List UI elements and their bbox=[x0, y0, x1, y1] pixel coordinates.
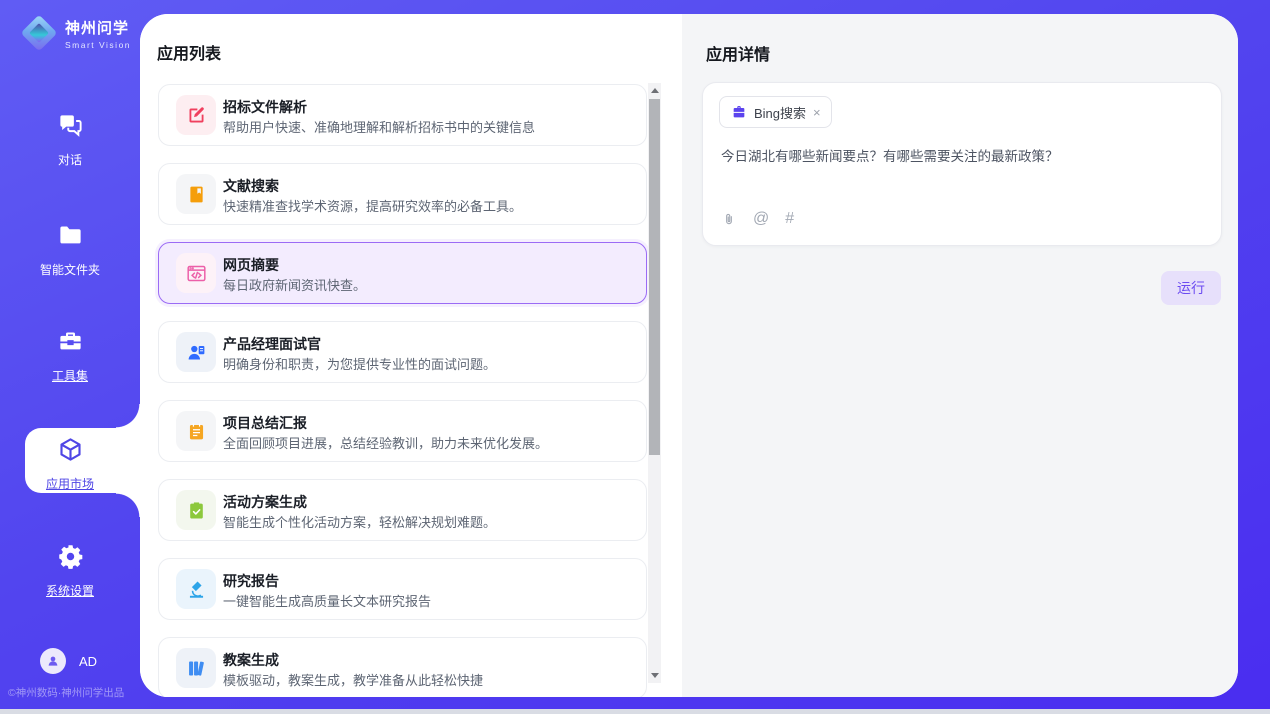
sidebar-item-系统设置[interactable]: 系统设置 bbox=[0, 543, 140, 599]
sidebar: 神州问学 Smart Vision 对话智能文件夹工具集应用市场系统设置 AD … bbox=[0, 0, 140, 709]
app-card-title: 研究报告 bbox=[223, 571, 279, 591]
app-card-研究报告[interactable]: 研究报告一键智能生成高质量长文本研究报告 bbox=[158, 558, 647, 620]
user-initials: AD bbox=[79, 654, 97, 669]
user-row[interactable]: AD bbox=[40, 648, 97, 674]
sidebar-item-应用市场[interactable]: 应用市场 bbox=[0, 436, 140, 492]
app-card-活动方案生成[interactable]: 活动方案生成智能生成个性化活动方案，轻松解决规划难题。 bbox=[158, 479, 647, 541]
run-button[interactable]: 运行 bbox=[1161, 271, 1221, 305]
sidebar-item-label: 系统设置 bbox=[0, 582, 140, 599]
browser-code-icon bbox=[176, 253, 216, 293]
app-card-title: 网页摘要 bbox=[223, 255, 279, 275]
app-card-产品经理面试官[interactable]: 产品经理面试官明确身份和职责，为您提供专业性的面试问题。 bbox=[158, 321, 647, 383]
app-card-title: 文献搜索 bbox=[223, 176, 279, 196]
interviewer-icon bbox=[176, 332, 216, 372]
app-card-description: 明确身份和职责，为您提供专业性的面试问题。 bbox=[223, 354, 496, 373]
app-card-description: 智能生成个性化活动方案，轻松解决规划难题。 bbox=[223, 512, 496, 531]
prompt-card: Bing搜索 × 今日湖北有哪些新闻要点？有哪些需要关注的最新政策？ @# bbox=[702, 82, 1222, 246]
app-list-panel: 应用列表 招标文件解析帮助用户快速、准确地理解和解析招标书中的关键信息文献搜索快… bbox=[140, 14, 682, 697]
app-card-教案生成[interactable]: 教案生成模板驱动，教案生成，教学准备从此轻松快捷 bbox=[158, 637, 647, 697]
briefcase-icon bbox=[731, 104, 747, 120]
mention-icon[interactable]: @ bbox=[753, 211, 769, 227]
tool-chip-bing-search[interactable]: Bing搜索 × bbox=[719, 96, 832, 128]
app-card-项目总结汇报[interactable]: 项目总结汇报全面回顾项目进展，总结经验教训，助力未来优化发展。 bbox=[158, 400, 647, 462]
app-card-description: 一键智能生成高质量长文本研究报告 bbox=[223, 591, 431, 610]
arrow-up-icon bbox=[651, 88, 659, 93]
scroll-down-button[interactable] bbox=[648, 668, 661, 683]
arrow-down-icon bbox=[651, 673, 659, 678]
books-icon bbox=[176, 648, 216, 688]
app-card-网页摘要[interactable]: 网页摘要每日政府新闻资讯快查。 bbox=[158, 242, 647, 304]
microscope-icon bbox=[176, 569, 216, 609]
hashtag-icon[interactable]: # bbox=[785, 211, 794, 227]
scroll-up-button[interactable] bbox=[648, 83, 661, 98]
copyright-text: ©神州数码·神州问学出品 bbox=[8, 685, 124, 700]
person-icon bbox=[46, 654, 60, 668]
app-card-招标文件解析[interactable]: 招标文件解析帮助用户快速、准确地理解和解析招标书中的关键信息 bbox=[158, 84, 647, 146]
sidebar-item-智能文件夹[interactable]: 智能文件夹 bbox=[0, 222, 140, 278]
app-card-description: 每日政府新闻资讯快查。 bbox=[223, 275, 366, 294]
app-card-文献搜索[interactable]: 文献搜索快速精准查找学术资源，提高研究效率的必备工具。 bbox=[158, 163, 647, 225]
app-list-title: 应用列表 bbox=[157, 40, 221, 64]
tool-chip-label: Bing搜索 bbox=[754, 103, 806, 122]
app-card-description: 全面回顾项目进展，总结经验教训，助力未来优化发展。 bbox=[223, 433, 548, 452]
app-card-description: 模板驱动，教案生成，教学准备从此轻松快捷 bbox=[223, 670, 483, 689]
scrollbar-thumb[interactable] bbox=[649, 99, 660, 455]
gear-icon bbox=[57, 543, 84, 570]
app-card-list: 招标文件解析帮助用户快速、准确地理解和解析招标书中的关键信息文献搜索快速精准查找… bbox=[158, 84, 647, 697]
sidebar-item-label: 应用市场 bbox=[0, 475, 140, 492]
sidebar-item-label: 对话 bbox=[0, 151, 140, 168]
brand-diamond-icon bbox=[21, 15, 58, 52]
app-detail-title: 应用详情 bbox=[706, 41, 770, 65]
input-toolbar: @# bbox=[721, 211, 794, 227]
cube-icon bbox=[57, 436, 84, 463]
brand-tagline: Smart Vision bbox=[65, 40, 131, 50]
app-card-title: 项目总结汇报 bbox=[223, 413, 307, 433]
sidebar-item-工具集[interactable]: 工具集 bbox=[0, 328, 140, 384]
app-card-title: 招标文件解析 bbox=[223, 97, 307, 117]
sidebar-item-对话[interactable]: 对话 bbox=[0, 112, 140, 168]
clipboard-check-icon bbox=[176, 490, 216, 530]
chat-icon bbox=[57, 112, 84, 139]
app-card-description: 快速精准查找学术资源，提高研究效率的必备工具。 bbox=[223, 196, 522, 215]
notepad-icon bbox=[176, 411, 216, 451]
app-shell: 神州问学 Smart Vision 对话智能文件夹工具集应用市场系统设置 AD … bbox=[0, 0, 1270, 709]
toolbox-icon bbox=[57, 328, 84, 355]
main-content: 应用列表 招标文件解析帮助用户快速、准确地理解和解析招标书中的关键信息文献搜索快… bbox=[140, 14, 1238, 697]
query-text[interactable]: 今日湖北有哪些新闻要点？有哪些需要关注的最新政策？ bbox=[721, 145, 1201, 165]
scrollbar[interactable] bbox=[648, 83, 661, 683]
app-card-title: 活动方案生成 bbox=[223, 492, 307, 512]
sidebar-item-label: 智能文件夹 bbox=[0, 261, 140, 278]
chip-close-icon[interactable]: × bbox=[813, 106, 821, 119]
app-card-title: 教案生成 bbox=[223, 650, 279, 670]
edit-document-icon bbox=[176, 95, 216, 135]
avatar[interactable] bbox=[40, 648, 66, 674]
app-card-title: 产品经理面试官 bbox=[223, 334, 321, 354]
folder-icon bbox=[57, 222, 84, 249]
sidebar-item-label: 工具集 bbox=[0, 367, 140, 384]
brand-logo: 神州问学 Smart Vision bbox=[22, 16, 131, 50]
attachment-icon[interactable] bbox=[721, 211, 737, 227]
brand-name: 神州问学 bbox=[65, 20, 129, 37]
app-card-description: 帮助用户快速、准确地理解和解析招标书中的关键信息 bbox=[223, 117, 535, 136]
app-detail-panel: 应用详情 Bing搜索 × 今日湖北有哪些新闻要点？有哪些需要关注的最新政策？ … bbox=[682, 14, 1238, 697]
book-icon bbox=[176, 174, 216, 214]
